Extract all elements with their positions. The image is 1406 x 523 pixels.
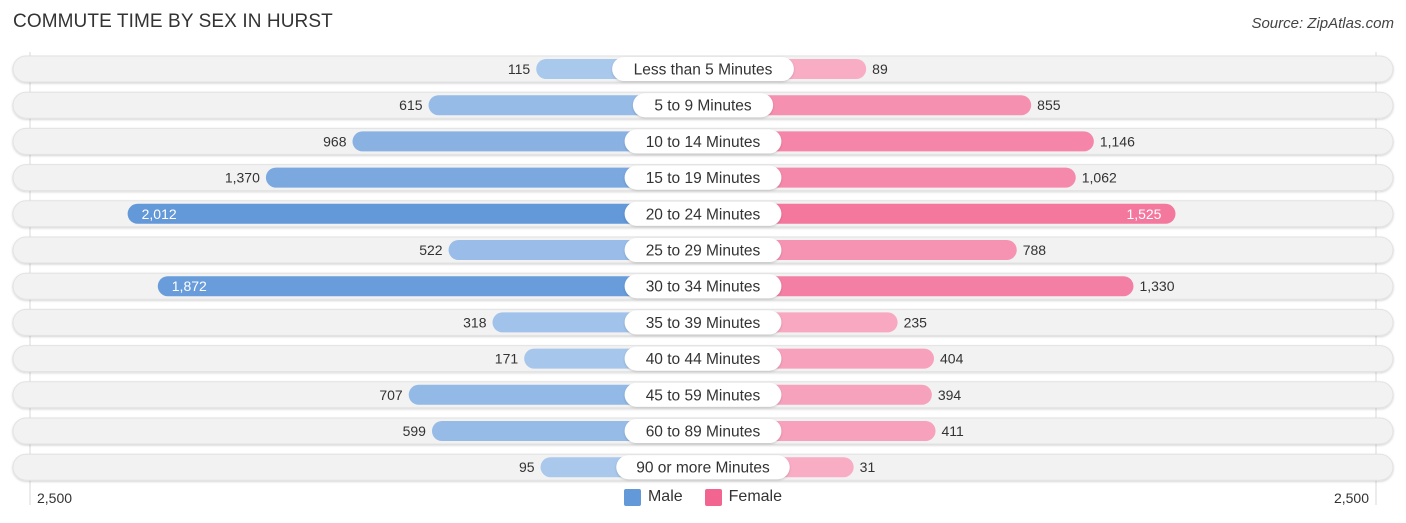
value-label-male: 707 [379, 387, 403, 403]
category-label: 20 to 24 Minutes [646, 206, 761, 223]
value-label-female: 788 [1023, 242, 1047, 258]
legend-item-female[interactable]: Female [704, 488, 783, 506]
value-label-male: 1,370 [225, 170, 260, 186]
legend-label-male: Male [647, 488, 683, 505]
value-label-female: 1,146 [1100, 133, 1135, 149]
chart-row: 95 31 90 or more Minutes [12, 453, 1394, 481]
value-label-male: 2,012 [142, 206, 177, 222]
chart-row: 522 788 25 to 29 Minutes [12, 236, 1394, 264]
chart-row: 1,370 1,062 15 to 19 Minutes [12, 164, 1394, 192]
category-label: 60 to 89 Minutes [646, 424, 761, 441]
chart-row: 707 394 45 to 59 Minutes [12, 381, 1394, 409]
chart-row: 599 411 60 to 89 Minutes [12, 417, 1394, 445]
value-label-female: 394 [938, 387, 962, 403]
category-label: 90 or more Minutes [636, 460, 770, 477]
chart-area: 115 89 Less than 5 Minutes 615 855 5 to 9 Min… [12, 52, 1394, 505]
value-label-male: 599 [403, 423, 427, 439]
value-label-female: 1,062 [1082, 170, 1117, 186]
category-label: 15 to 19 Minutes [646, 170, 761, 187]
chart-row: 1,872 1,330 30 to 34 Minutes [12, 272, 1394, 300]
bar-male [127, 203, 704, 224]
legend-swatch-female [704, 488, 722, 506]
value-label-male: 1,872 [172, 278, 207, 294]
chart-row: 115 89 Less than 5 Minutes [12, 55, 1394, 83]
value-label-male: 95 [519, 459, 535, 475]
legend-item-male[interactable]: Male [623, 488, 683, 506]
category-label: 40 to 44 Minutes [646, 351, 761, 368]
chart-row: 318 235 35 to 39 Minutes [12, 308, 1394, 336]
category-label: 25 to 29 Minutes [646, 243, 761, 260]
chart-row: 968 1,146 10 to 14 Minutes [12, 127, 1394, 155]
chart-row: 2,012 1,525 20 to 24 Minutes [12, 200, 1394, 228]
value-label-male: 115 [508, 61, 531, 77]
value-label-female: 404 [940, 351, 964, 367]
category-label: 30 to 34 Minutes [646, 279, 761, 296]
chart-row: 615 855 5 to 9 Minutes [12, 91, 1394, 119]
value-label-male: 522 [419, 242, 443, 258]
value-label-male: 615 [399, 97, 423, 113]
bar-male [157, 276, 704, 297]
legend-label-female: Female [728, 488, 783, 505]
value-label-female: 31 [860, 459, 876, 475]
category-label: 45 to 59 Minutes [646, 387, 761, 404]
legend-swatch-male [623, 488, 641, 506]
value-label-male: 968 [323, 133, 347, 149]
category-label: 5 to 9 Minutes [654, 98, 752, 115]
legend: Male Female [0, 488, 1406, 506]
value-label-female: 855 [1037, 97, 1061, 113]
value-label-male: 318 [463, 314, 487, 330]
value-label-female: 411 [942, 423, 965, 439]
value-label-male: 171 [495, 351, 519, 367]
value-label-female: 89 [872, 61, 888, 77]
category-label: 35 to 39 Minutes [646, 315, 761, 332]
value-label-female: 1,330 [1139, 278, 1174, 294]
category-label: 10 to 14 Minutes [646, 134, 761, 151]
chart-row: 171 404 40 to 44 Minutes [12, 345, 1394, 373]
value-label-female: 1,525 [1126, 206, 1161, 222]
category-label: Less than 5 Minutes [634, 62, 773, 79]
value-label-female: 235 [904, 314, 928, 330]
